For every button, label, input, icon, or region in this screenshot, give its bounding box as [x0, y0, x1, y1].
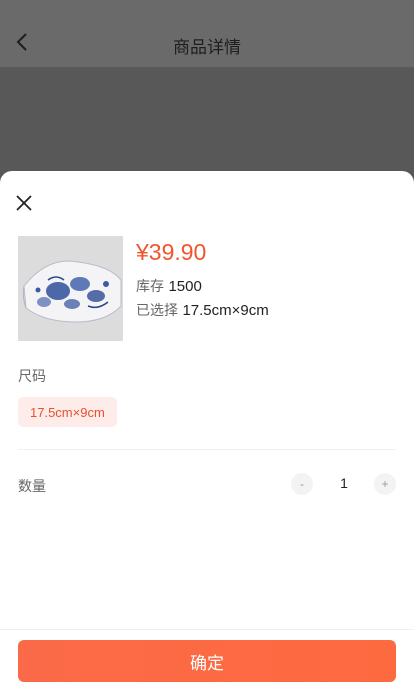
product-image	[18, 236, 123, 341]
stock-value: 1500	[168, 278, 202, 295]
size-section-label: 尺码	[18, 369, 46, 385]
page-background	[0, 68, 414, 178]
product-price: ¥39.90	[136, 239, 207, 265]
close-button[interactable]	[14, 193, 34, 213]
page-title: 商品详情	[173, 38, 241, 58]
divider	[18, 449, 396, 450]
sku-selector-sheet: ¥39.90 库存 1500 已选择 17.5cm×9cm 尺码 17.5cm×…	[0, 171, 414, 692]
face-mask-image	[18, 236, 123, 341]
confirm-button[interactable]: 确定	[18, 640, 396, 682]
selected-value: 17.5cm×9cm	[182, 302, 269, 319]
selected-info: 已选择 17.5cm×9cm	[136, 300, 269, 320]
size-option-chip[interactable]: 17.5cm×9cm	[18, 397, 117, 427]
quantity-increase-button[interactable]: +	[374, 473, 396, 495]
top-nav-bar: 商品详情	[0, 0, 414, 68]
quantity-decrease-button[interactable]: -	[291, 473, 313, 495]
stock-info: 库存 1500	[136, 276, 202, 296]
stock-label: 库存	[136, 279, 164, 295]
footer-divider	[0, 629, 414, 630]
close-icon	[16, 195, 32, 211]
quantity-label: 数量	[18, 479, 46, 495]
quantity-value[interactable]: 1	[320, 475, 368, 491]
selected-label: 已选择	[136, 303, 178, 319]
